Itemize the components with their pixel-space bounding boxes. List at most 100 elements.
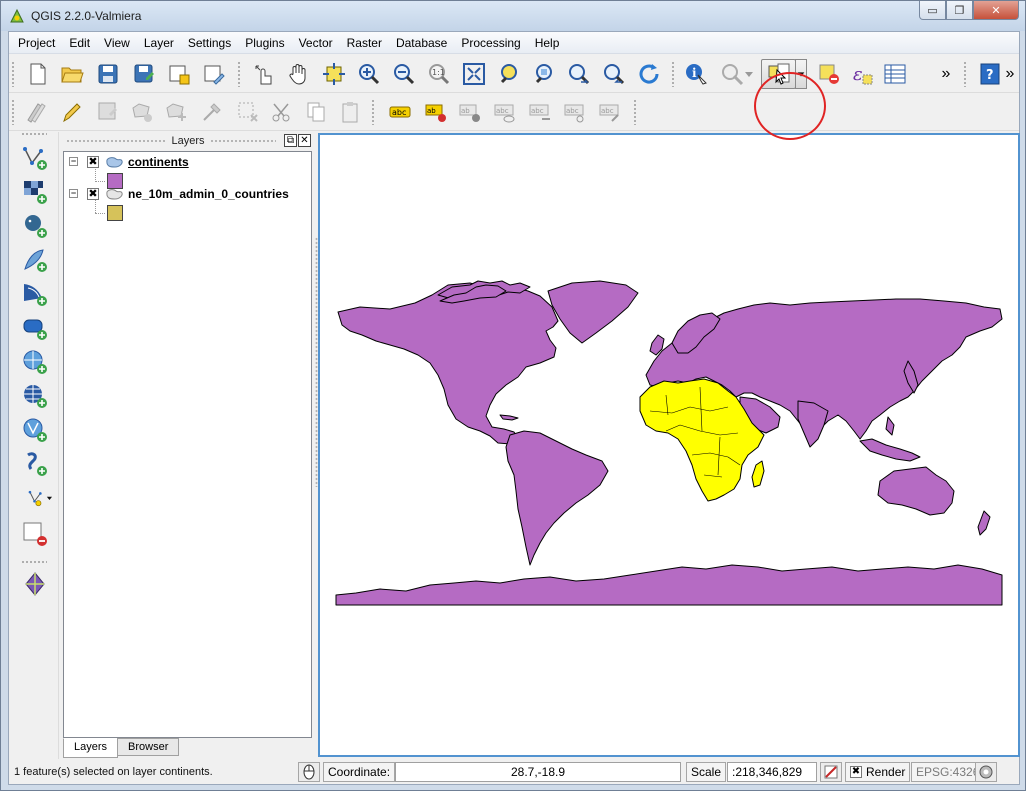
greenland-polygon[interactable] <box>547 280 639 344</box>
menu-view[interactable]: View <box>97 32 137 54</box>
toolbar-handle[interactable] <box>11 61 15 87</box>
panel-float-button[interactable]: ⧉ <box>284 134 297 147</box>
pan-to-selection-icon[interactable] <box>319 59 349 89</box>
zoom-last-icon[interactable] <box>564 59 594 89</box>
attribute-table-icon[interactable] <box>880 59 910 89</box>
save-as-icon[interactable] <box>129 59 159 89</box>
label-show-hide-icon[interactable]: abc <box>490 97 520 127</box>
move-feature-icon[interactable] <box>161 97 191 127</box>
toolbar-handle[interactable] <box>11 99 15 125</box>
south-america-polygon[interactable] <box>505 430 609 566</box>
add-postgis-layer-icon[interactable] <box>21 212 49 240</box>
open-project-icon[interactable] <box>57 59 87 89</box>
zoom-in-icon[interactable] <box>354 59 384 89</box>
paste-features-icon[interactable] <box>335 97 365 127</box>
menu-edit[interactable]: Edit <box>62 32 97 54</box>
pan-map-icon[interactable] <box>284 59 314 89</box>
india-polygon[interactable] <box>797 400 829 448</box>
collapse-icon[interactable]: − <box>69 189 78 198</box>
menu-help[interactable]: Help <box>528 32 567 54</box>
menu-plugins[interactable]: Plugins <box>238 32 291 54</box>
layer-name[interactable]: continents <box>128 155 189 169</box>
toolbar-handle[interactable] <box>963 61 967 87</box>
layer-visibility-checkbox[interactable]: ✖ <box>87 188 99 200</box>
madagascar-polygon-selected[interactable] <box>751 460 765 488</box>
add-wfs-layer-icon[interactable] <box>21 416 49 444</box>
add-wms-layer-icon[interactable] <box>21 348 49 376</box>
field-calculator-icon[interactable]: ε <box>847 59 877 89</box>
toolbar-handle[interactable] <box>633 99 637 125</box>
new-shapefile-layer-icon[interactable] <box>21 484 61 512</box>
new-print-composer-icon[interactable] <box>164 59 194 89</box>
add-delimited-text-layer-icon[interactable] <box>21 450 49 478</box>
layer-labeling-icon[interactable]: abc <box>385 97 415 127</box>
layer-visibility-checkbox[interactable]: ✖ <box>87 156 99 168</box>
layer-name[interactable]: ne_10m_admin_0_countries <box>128 187 289 201</box>
layer-symbol-swatch[interactable] <box>107 205 123 221</box>
toolbar-overflow-icon[interactable]: » <box>937 59 955 89</box>
toolbar-handle[interactable] <box>21 132 47 136</box>
add-oracle-layer-icon[interactable] <box>21 314 49 342</box>
remove-layer-icon[interactable] <box>21 520 49 548</box>
tab-layers[interactable]: Layers <box>63 738 119 758</box>
zoom-out-icon[interactable] <box>389 59 419 89</box>
layer-item-countries[interactable]: − ✖ ne_10m_admin_0_countries <box>64 186 311 202</box>
add-vector-layer-icon[interactable] <box>21 144 49 172</box>
label-move-icon[interactable]: abc <box>525 97 555 127</box>
panel-close-button[interactable]: ✕ <box>298 134 311 147</box>
zoom-next-icon[interactable] <box>599 59 629 89</box>
crs-status[interactable]: EPSG:4326 <box>911 762 985 782</box>
toolbar-overflow-icon-2[interactable]: » <box>1001 59 1019 89</box>
menu-vector[interactable]: Vector <box>292 32 340 54</box>
zoom-actual-size-icon[interactable]: 1:1 <box>424 59 454 89</box>
scale-field[interactable]: :218,346,829 <box>727 762 817 782</box>
save-project-icon[interactable] <box>93 59 123 89</box>
delete-selected-icon[interactable] <box>233 97 263 127</box>
tab-browser[interactable]: Browser <box>117 738 180 756</box>
antarctica-polygon[interactable] <box>335 564 1003 606</box>
refresh-icon[interactable] <box>634 59 664 89</box>
label-pin-icon[interactable]: ab <box>421 97 451 127</box>
add-mssql-layer-icon[interactable] <box>21 280 49 308</box>
messages-icon[interactable] <box>975 762 997 782</box>
collapse-icon[interactable]: − <box>69 157 78 166</box>
menu-database[interactable]: Database <box>389 32 454 54</box>
add-spatialite-layer-icon[interactable] <box>21 246 49 274</box>
composer-manager-icon[interactable] <box>199 59 229 89</box>
add-raster-layer-icon[interactable] <box>21 178 49 206</box>
new-project-icon[interactable] <box>23 59 53 89</box>
measure-dropdown-icon[interactable] <box>743 59 755 89</box>
zoom-to-selection-icon[interactable] <box>494 59 524 89</box>
zoom-full-icon[interactable] <box>459 59 489 89</box>
close-button[interactable]: ✕ <box>973 1 1019 20</box>
render-toggle[interactable]: ✖ Render <box>845 762 911 782</box>
add-feature-icon[interactable] <box>127 97 157 127</box>
coordinate-field[interactable]: 28.7,-18.9 <box>395 762 681 782</box>
copy-features-icon[interactable] <box>301 97 331 127</box>
toggle-editing-icon[interactable] <box>57 97 87 127</box>
layer-item-continents[interactable]: − ✖ continents <box>64 154 311 170</box>
render-checkbox[interactable]: ✖ <box>850 766 862 778</box>
toolbar-handle[interactable] <box>371 99 375 125</box>
identify-features-icon[interactable]: i <box>681 59 711 89</box>
node-tool-icon[interactable] <box>197 97 227 127</box>
toolbar-handle[interactable] <box>671 61 675 87</box>
add-wcs-layer-icon[interactable] <box>21 382 49 410</box>
menu-settings[interactable]: Settings <box>181 32 238 54</box>
australia-polygon[interactable] <box>877 466 955 516</box>
current-edits-icon[interactable] <box>21 97 51 127</box>
menu-processing[interactable]: Processing <box>454 32 527 54</box>
map-canvas[interactable] <box>318 133 1020 757</box>
label-rotate-icon[interactable]: abc <box>560 97 590 127</box>
mouse-coordinate-toggle-icon[interactable] <box>298 762 320 782</box>
gps-tools-icon[interactable] <box>21 570 49 598</box>
minimize-button[interactable]: ▭ <box>919 1 946 20</box>
north-america-polygon[interactable] <box>337 282 559 445</box>
caribbean-islands-polygon[interactable] <box>499 414 519 421</box>
stop-rendering-icon[interactable] <box>820 762 842 782</box>
layers-panel-title-bar[interactable]: Layers <box>62 132 314 150</box>
philippines-polygon[interactable] <box>885 416 895 436</box>
toolbar-handle[interactable] <box>21 560 47 564</box>
label-change-icon[interactable]: abc <box>595 97 625 127</box>
maximize-button[interactable]: ❐ <box>946 1 973 20</box>
